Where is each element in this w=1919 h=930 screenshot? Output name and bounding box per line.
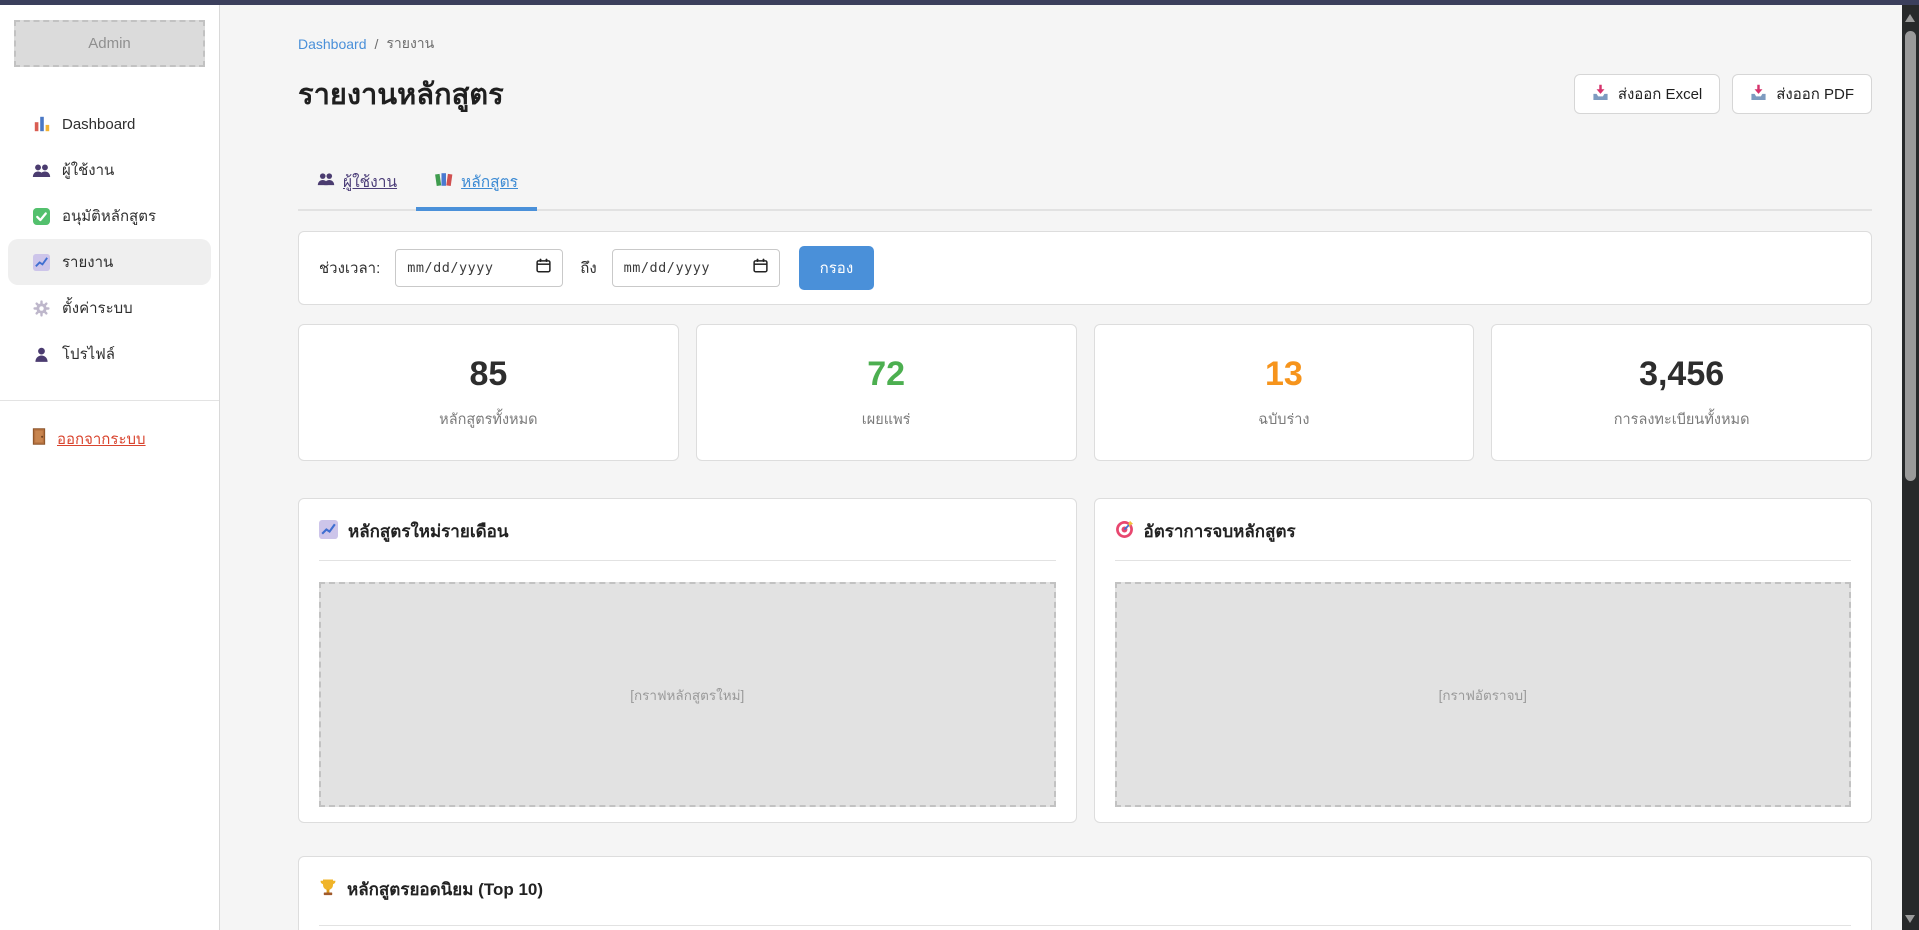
app-root: Admin Dashboard ผู้ใช้งาน อนุมัติหลักสูต… (0, 0, 1919, 930)
main-content: Dashboard / รายงาน รายงานหลักสูตร ส่งออก… (220, 5, 1902, 930)
sidebar-item-settings[interactable]: ตั้งค่าระบบ (0, 285, 219, 331)
placeholder-text: [กราฟหลักสูตรใหม่] (630, 684, 744, 706)
breadcrumb: Dashboard / รายงาน (298, 33, 1872, 55)
card-header: หลักสูตรใหม่รายเดือน (319, 518, 1056, 561)
breadcrumb-home-link[interactable]: Dashboard (298, 36, 367, 52)
card-header: หลักสูตรยอดนิยม (Top 10) (319, 876, 1851, 926)
logout-button[interactable]: ออกจากระบบ (0, 427, 219, 451)
breadcrumb-current: รายงาน (386, 33, 434, 55)
users-icon (32, 163, 51, 178)
calendar-icon[interactable] (753, 258, 768, 278)
filter-to-label: ถึง (580, 256, 596, 280)
export-excel-button[interactable]: ส่งออก Excel (1574, 74, 1720, 114)
date-to-input[interactable]: mm/dd/yyyy (612, 249, 780, 287)
card-title: หลักสูตรใหม่รายเดือน (348, 518, 509, 545)
date-to-value: mm/dd/yyyy (624, 260, 710, 276)
placeholder-text: [กราฟอัตราจบ] (1439, 684, 1527, 706)
tab-courses-label: หลักสูตร (461, 169, 518, 194)
sidebar-item-label: ตั้งค่าระบบ (62, 296, 133, 320)
sidebar-item-dashboard[interactable]: Dashboard (0, 101, 219, 147)
tab-users-label: ผู้ใช้งาน (343, 169, 397, 194)
sidebar: Admin Dashboard ผู้ใช้งาน อนุมัติหลักสูต… (0, 5, 220, 930)
door-icon (32, 428, 46, 450)
logo-text: Admin (88, 35, 131, 52)
date-from-input[interactable]: mm/dd/yyyy (395, 249, 563, 287)
card-header: อัตราการจบหลักสูตร (1115, 518, 1852, 561)
stat-card-total-courses: 85 หลักสูตรทั้งหมด (298, 324, 679, 461)
tab-users[interactable]: ผู้ใช้งาน (298, 169, 416, 211)
filter-bar: ช่วงเวลา: mm/dd/yyyy ถึง mm/dd/yyyy กรอง (298, 231, 1872, 305)
stat-label: เผยแพร่ (862, 408, 911, 431)
breadcrumb-separator: / (375, 36, 379, 52)
scrollbar-thumb[interactable] (1905, 31, 1916, 481)
filter-apply-button[interactable]: กรอง (799, 246, 874, 290)
sidebar-item-label: Dashboard (62, 116, 135, 133)
calendar-icon[interactable] (536, 258, 551, 278)
date-from-value: mm/dd/yyyy (407, 260, 493, 276)
completion-rate-chart-placeholder: [กราฟอัตราจบ] (1115, 582, 1852, 807)
sidebar-item-approve-courses[interactable]: อนุมัติหลักสูตร (0, 193, 219, 239)
sidebar-item-label: ผู้ใช้งาน (62, 158, 114, 182)
card-title: อัตราการจบหลักสูตร (1144, 518, 1296, 545)
bar-chart-icon (32, 115, 51, 133)
vertical-scrollbar[interactable] (1902, 5, 1919, 930)
stat-card-drafts: 13 ฉบับร่าง (1094, 324, 1475, 461)
new-courses-chart-placeholder: [กราฟหลักสูตรใหม่] (319, 582, 1056, 807)
logout-label: ออกจากระบบ (57, 427, 146, 451)
check-icon (32, 208, 51, 225)
stat-value: 85 (469, 355, 507, 394)
stat-label: การลงทะเบียนทั้งหมด (1614, 408, 1750, 431)
sidebar-item-label: โปรไฟล์ (62, 342, 115, 366)
stat-label: หลักสูตรทั้งหมด (439, 408, 537, 431)
page-header: รายงานหลักสูตร ส่งออก Excel ส่งออก PDF (298, 71, 1872, 117)
stat-card-enrollments: 3,456 การลงทะเบียนทั้งหมด (1491, 324, 1872, 461)
stat-card-published: 72 เผยแพร่ (696, 324, 1077, 461)
stats-row: 85 หลักสูตรทั้งหมด 72 เผยแพร่ 13 ฉบับร่า… (298, 324, 1872, 461)
top-accent-bar (0, 0, 1919, 5)
sidebar-item-profile[interactable]: โปรไฟล์ (0, 331, 219, 377)
sidebar-divider (0, 400, 219, 401)
export-pdf-label: ส่งออก PDF (1776, 82, 1854, 106)
scrollbar-down-arrow[interactable] (1905, 915, 1915, 923)
chart-line-icon (319, 520, 338, 544)
sidebar-item-users[interactable]: ผู้ใช้งาน (0, 147, 219, 193)
stat-value: 72 (867, 355, 905, 394)
download-icon (1750, 84, 1767, 105)
popular-courses-card: หลักสูตรยอดนิยม (Top 10) (298, 856, 1872, 930)
new-courses-chart-card: หลักสูตรใหม่รายเดือน [กราฟหลักสูตรใหม่] (298, 498, 1077, 823)
sidebar-item-label: อนุมัติหลักสูตร (62, 204, 156, 228)
report-tabs: ผู้ใช้งาน หลักสูตร (298, 169, 1872, 211)
download-icon (1592, 84, 1609, 105)
sidebar-menu: Dashboard ผู้ใช้งาน อนุมัติหลักสูตร รายง… (0, 101, 219, 377)
page-title: รายงานหลักสูตร (298, 71, 504, 117)
filter-range-label: ช่วงเวลา: (319, 256, 380, 280)
tab-courses[interactable]: หลักสูตร (416, 169, 537, 211)
person-icon (32, 347, 51, 362)
export-pdf-button[interactable]: ส่งออก PDF (1732, 74, 1872, 114)
sidebar-item-label: รายงาน (62, 250, 113, 274)
stat-label: ฉบับร่าง (1258, 408, 1309, 431)
target-icon (1115, 520, 1134, 544)
charts-row: หลักสูตรใหม่รายเดือน [กราฟหลักสูตรใหม่] … (298, 498, 1872, 823)
sidebar-item-reports[interactable]: รายงาน (8, 239, 211, 285)
export-buttons: ส่งออก Excel ส่งออก PDF (1574, 74, 1872, 114)
popular-courses-title: หลักสูตรยอดนิยม (Top 10) (347, 876, 543, 903)
gear-icon (32, 300, 51, 317)
scrollbar-up-arrow[interactable] (1905, 14, 1915, 22)
stat-value: 3,456 (1639, 355, 1724, 394)
stat-value: 13 (1265, 355, 1303, 394)
logo-placeholder: Admin (14, 20, 205, 67)
export-excel-label: ส่งออก Excel (1618, 82, 1702, 106)
books-icon (435, 172, 453, 192)
completion-rate-chart-card: อัตราการจบหลักสูตร [กราฟอัตราจบ] (1094, 498, 1873, 823)
trophy-icon (319, 878, 337, 901)
chart-up-icon (32, 254, 51, 271)
users-icon (317, 172, 335, 191)
